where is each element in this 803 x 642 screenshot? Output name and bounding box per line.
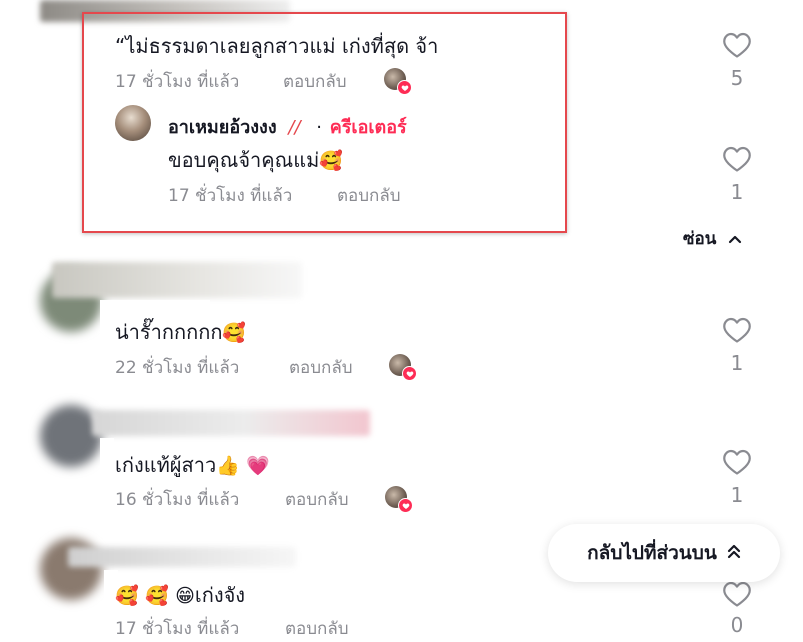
creator-badge: ครีเอเตอร์ [329,117,407,138]
creator-liked-indicator [384,68,412,96]
comment-text: “ไม่ธรรมดาเลยลูกสาวแม่ เก่งที่สุด จ้า [115,34,439,58]
back-to-top-button[interactable]: กลับไปที่ส่วนบน [548,524,780,582]
badge-separator: · [316,117,322,138]
like-heart-icon[interactable] [722,31,752,59]
smiling-hearts-emoji: 🥰 [319,150,343,172]
comment-time: 17 ชั่วโมง ที่แล้ว [115,619,240,639]
reply-button[interactable]: ตอบกลับ [289,354,353,381]
smiling-hearts-emoji: 🥰 [222,322,247,344]
reply-button[interactable]: ตอบกลับ [285,486,349,513]
comment-time: 16 ชั่วโมง ที่แล้ว [115,490,240,510]
reply-button[interactable]: ตอบกลับ [283,68,347,95]
blurred-username [52,262,302,298]
creator-liked-indicator [385,486,413,514]
like-heart-icon[interactable] [722,448,752,476]
blurred-username [68,547,296,567]
comment-text-row: น่ารั๊ากกกกก🥰 [115,316,246,348]
creator-liked-indicator [389,354,417,382]
comment-text: เก่งแท้ผู้สาว [115,453,217,477]
thumbs-up-emoji: 👍 [216,455,240,477]
chevron-up-icon [728,229,742,249]
comment-text-row: เก่งแท้ผู้สาว👍 💗 [115,449,270,481]
hide-replies-label: ซ่อน [683,229,717,249]
back-to-top-label: กลับไปที่ส่วนบน [587,542,717,564]
double-chevron-up-icon [727,542,741,564]
reply-avatar[interactable] [115,105,151,141]
pink-heart-emoji: 💗 [246,455,270,477]
hide-replies-button[interactable]: ซ่อน [683,225,742,252]
like-count: 1 [730,483,744,507]
reply-time: 17 ชั่วโมง ที่แล้ว [168,186,293,206]
like-count: 0 [730,613,744,637]
reply-username[interactable]: อาเหมยอ้วงงง [168,117,277,138]
smiling-hearts-emoji: 🥰 [115,585,139,607]
reply-like-heart-icon[interactable] [722,145,752,173]
like-heart-icon[interactable] [722,580,752,608]
comment-text: น่ารั๊ากกกกก [115,320,223,344]
reply-reply-button[interactable]: ตอบกลับ [337,182,401,209]
like-heart-icon[interactable] [722,316,752,344]
creator-liked-heart-icon [402,366,417,381]
comment-time: 22 ชั่วโมง ที่แล้ว [115,358,240,378]
reply-text: ขอบคุณจ้าคุณแม่ [168,148,320,172]
reply-username-row: อาเหมยอ้วงงง // · ครีเอเตอร์ [168,112,407,141]
grinning-emoji: 😁 [175,585,195,607]
reply-text-row: ขอบคุณจ้าคุณแม่🥰 [168,144,343,176]
like-count: 1 [730,351,744,375]
creator-liked-heart-icon [398,498,413,513]
reply-button[interactable]: ตอบกลับ [285,615,349,642]
comment-text-row: 🥰 🥰 😁เก่งจัง [115,579,245,611]
like-count: 5 [730,66,744,90]
reply-like-count: 1 [730,180,744,204]
creator-liked-heart-icon [397,80,412,95]
smiling-hearts-emoji: 🥰 [145,585,169,607]
reply-username-suffix: // [288,117,301,138]
blur-mask [100,438,114,508]
comment-text: เก่งจัง [194,583,246,607]
comment-time: 17 ชั่วโมง ที่แล้ว [115,72,240,92]
blurred-username [92,410,370,436]
